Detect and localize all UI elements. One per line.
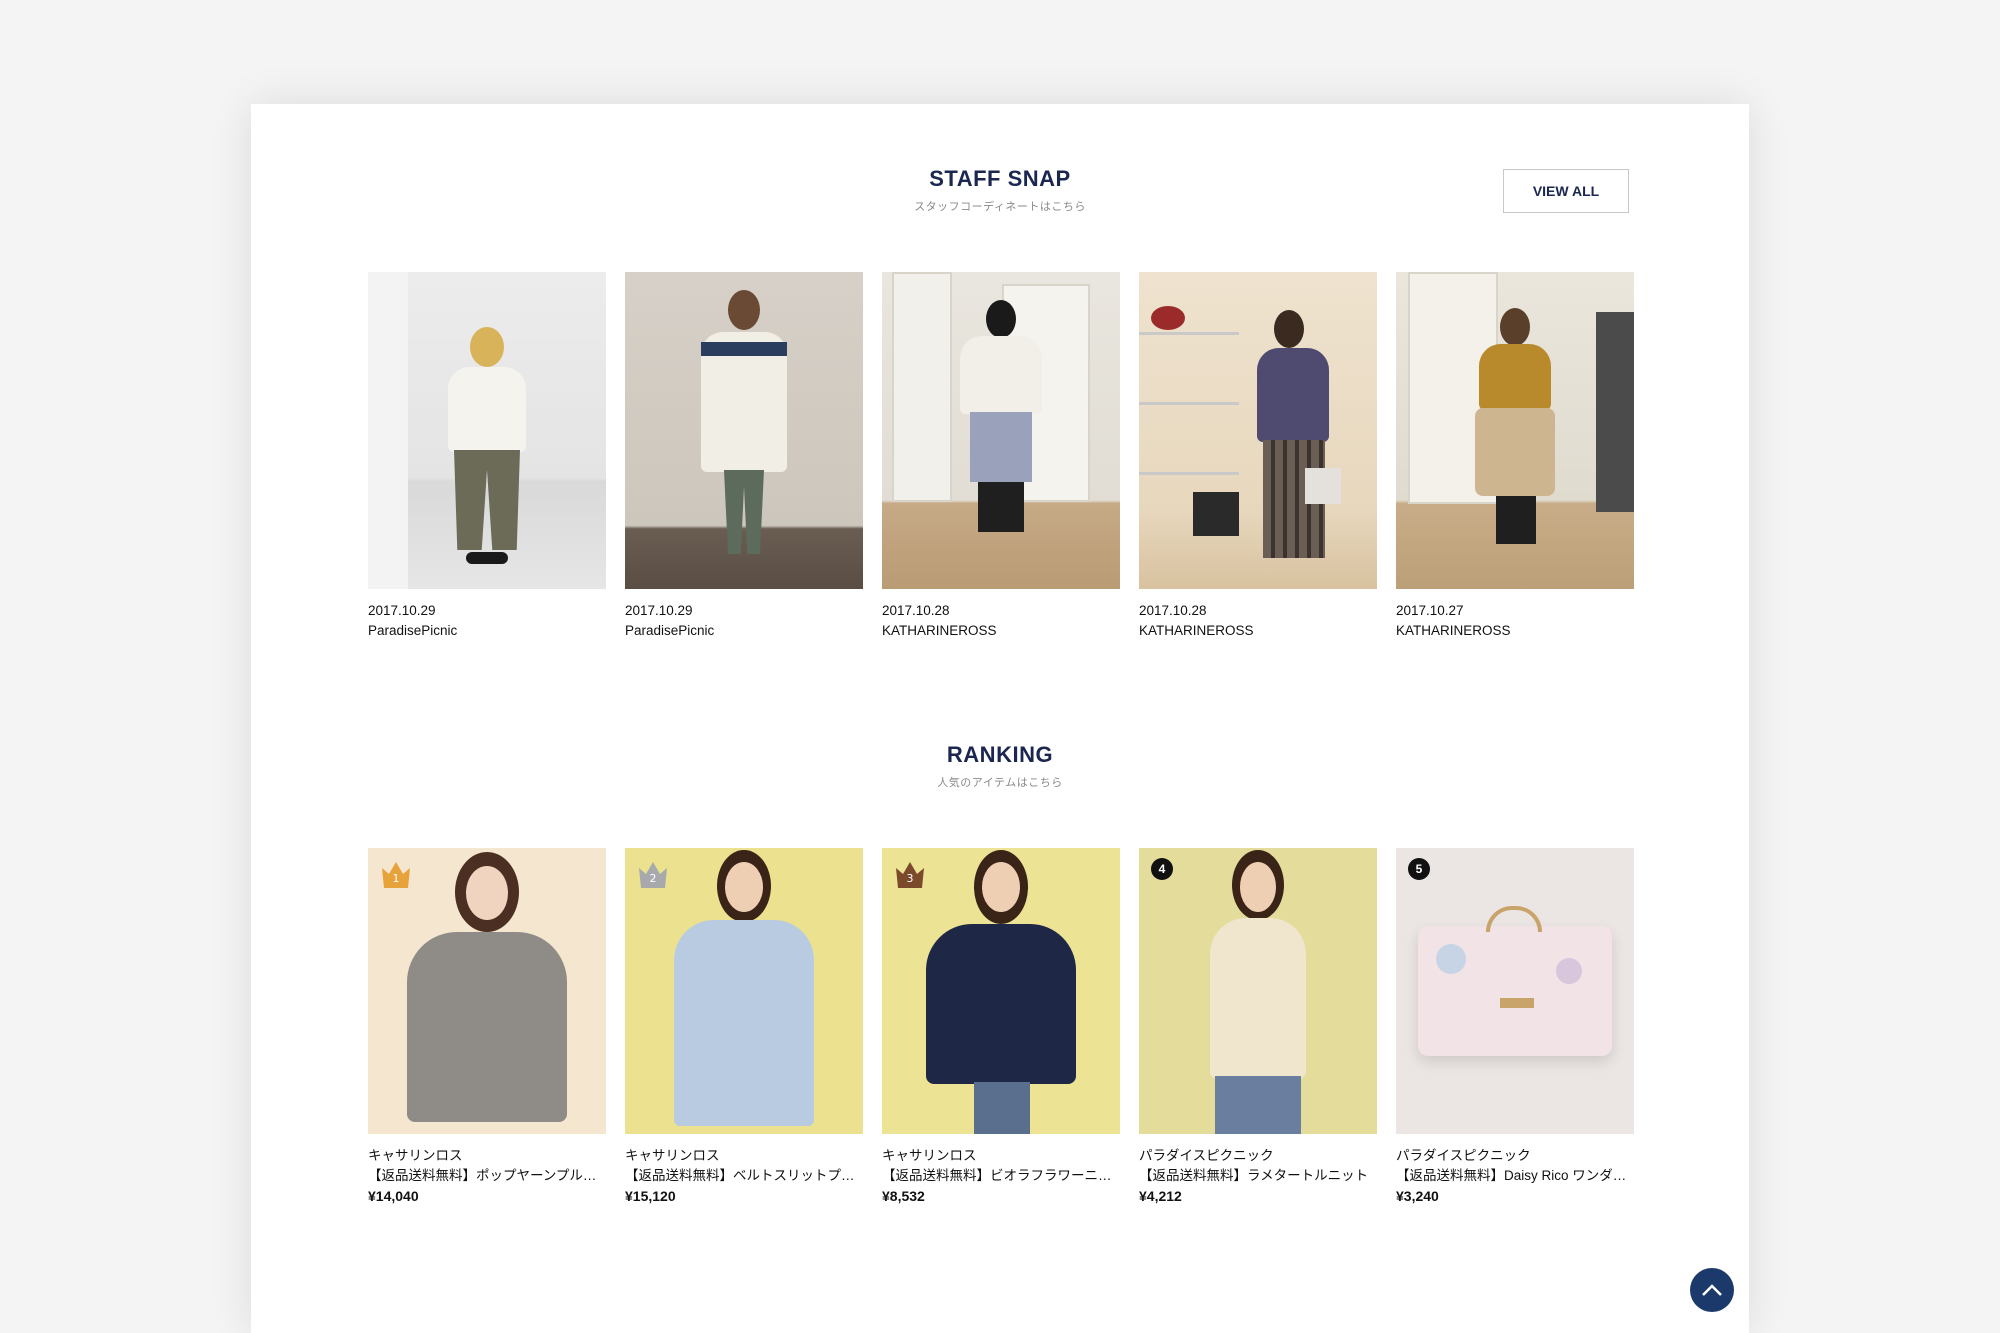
snap-card[interactable]: 2017.10.28 KATHARINEROSS — [1139, 272, 1377, 641]
product-name[interactable]: 【返品送料無料】ラメタートルニット — [1139, 1166, 1377, 1186]
back-to-top-button[interactable] — [1690, 1268, 1734, 1312]
ranking-card[interactable]: 4 パラダイスピクニック 【返品送料無料】ラメタートルニット ¥4,212 — [1139, 848, 1377, 1206]
product-brand: キャサリンロス — [882, 1148, 977, 1163]
product-brand: パラダイスピクニック — [1139, 1148, 1274, 1163]
snap-brand: KATHARINEROSS — [882, 623, 997, 638]
snap-photo[interactable] — [625, 272, 863, 589]
ranking-photo[interactable]: 1 — [368, 848, 606, 1134]
rank-badge: 3 — [894, 860, 926, 890]
rank-badge: 1 — [380, 860, 412, 890]
snap-brand: ParadisePicnic — [625, 623, 715, 638]
snap-date: 2017.10.29 — [368, 603, 436, 618]
ranking-subtitle: 人気のアイテムはこちら — [937, 776, 1063, 789]
rank-number: 2 — [649, 872, 657, 885]
snap-photo[interactable] — [882, 272, 1120, 589]
ranking-card[interactable]: 5 パラダイスピクニック 【返品送料無料】Daisy Rico ワンダーポーチ … — [1396, 848, 1634, 1206]
product-brand: キャサリンロス — [368, 1148, 463, 1163]
ranking-photo[interactable]: 4 — [1139, 848, 1377, 1134]
snap-brand: KATHARINEROSS — [1139, 623, 1254, 638]
snap-card[interactable]: 2017.10.28 KATHARINEROSS — [882, 272, 1120, 641]
product-price: ¥4,212 — [1139, 1188, 1182, 1204]
snap-card[interactable]: 2017.10.29 ParadisePicnic — [625, 272, 863, 641]
rank-number: 1 — [392, 872, 400, 885]
product-brand: パラダイスピクニック — [1396, 1148, 1531, 1163]
snap-date: 2017.10.28 — [1139, 603, 1207, 618]
ranking-photo[interactable]: 3 — [882, 848, 1120, 1134]
snap-photo[interactable] — [1139, 272, 1377, 589]
ranking-header: RANKING 人気のアイテムはこちら — [251, 742, 1749, 790]
product-name[interactable]: 【返品送料無料】ビオラフラワーニット — [882, 1166, 1120, 1186]
ranking-title: RANKING — [946, 742, 1054, 767]
snap-brand: ParadisePicnic — [368, 623, 458, 638]
snap-photo[interactable] — [368, 272, 606, 589]
product-name[interactable]: 【返品送料無料】ポップヤーンプルオーバーニット — [368, 1166, 606, 1186]
snap-card[interactable]: 2017.10.29 ParadisePicnic — [368, 272, 606, 641]
snap-photo[interactable] — [1396, 272, 1634, 589]
product-price: ¥8,532 — [882, 1188, 925, 1204]
rank-number: 3 — [906, 872, 914, 885]
ranking-card[interactable]: 3 キャサリンロス 【返品送料無料】ビオラフラワーニット ¥8,532 — [882, 848, 1120, 1206]
content-panel: STAFF SNAP スタッフコーディネートはこちら VIEW ALL 2017… — [251, 104, 1749, 1333]
snap-brand: KATHARINEROSS — [1396, 623, 1511, 638]
view-all-button[interactable]: VIEW ALL — [1503, 169, 1629, 213]
chevron-up-icon — [1702, 1284, 1722, 1296]
snap-date: 2017.10.28 — [882, 603, 950, 618]
product-name[interactable]: 【返品送料無料】ベルトスリットプルオーバー — [625, 1166, 863, 1186]
ranking-photo[interactable]: 2 — [625, 848, 863, 1134]
product-name[interactable]: 【返品送料無料】Daisy Rico ワンダーポーチ — [1396, 1166, 1634, 1186]
product-price: ¥3,240 — [1396, 1188, 1439, 1204]
product-price: ¥14,040 — [368, 1188, 419, 1204]
snap-card[interactable]: 2017.10.27 KATHARINEROSS — [1396, 272, 1634, 641]
ranking-card[interactable]: 2 キャサリンロス 【返品送料無料】ベルトスリットプルオーバー ¥15,120 — [625, 848, 863, 1206]
snap-date: 2017.10.27 — [1396, 603, 1464, 618]
ranking-card[interactable]: 1 キャサリンロス 【返品送料無料】ポップヤーンプルオーバーニット ¥14,04… — [368, 848, 606, 1206]
snap-date: 2017.10.29 — [625, 603, 693, 618]
ranking-grid: 1 キャサリンロス 【返品送料無料】ポップヤーンプルオーバーニット ¥14,04… — [368, 848, 1634, 1206]
rank-badge: 4 — [1151, 858, 1173, 880]
ranking-photo[interactable]: 5 — [1396, 848, 1634, 1134]
staff-snap-grid: 2017.10.29 ParadisePicnic 2017.10.29 Par… — [368, 272, 1634, 641]
rank-badge: 2 — [637, 860, 669, 890]
product-price: ¥15,120 — [625, 1188, 676, 1204]
rank-badge: 5 — [1408, 858, 1430, 880]
product-brand: キャサリンロス — [625, 1148, 720, 1163]
